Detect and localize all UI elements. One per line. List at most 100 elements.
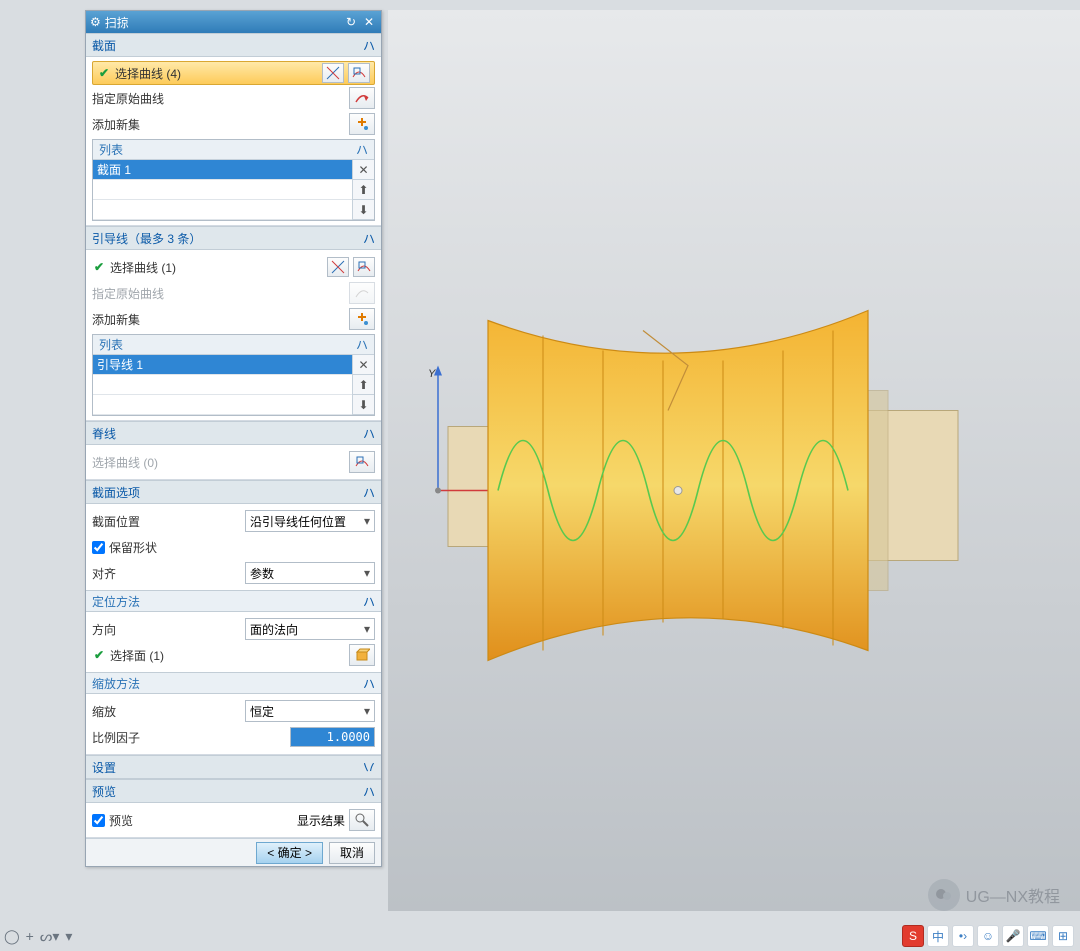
select-curve-row-jx[interactable]: 选择曲线 (0): [92, 449, 375, 475]
select-face-label: 选择面 (1): [110, 647, 345, 664]
ratio-input[interactable]: 1.0000: [290, 727, 375, 747]
axis-y-label: Y: [428, 368, 435, 380]
list-item[interactable]: 引导线 1: [93, 355, 352, 375]
list-item[interactable]: [93, 375, 352, 395]
remove-icon[interactable]: ✕: [353, 355, 374, 375]
add-new-icon[interactable]: [349, 113, 375, 135]
section-title-settings: 设置: [92, 759, 116, 776]
face-icon[interactable]: [349, 644, 375, 666]
chevron-up-icon: ハ: [363, 675, 375, 692]
chevron-down-icon: ハ: [363, 759, 375, 776]
dropdown-icon[interactable]: ▾: [65, 928, 72, 945]
watermark: UG—NX教程: [928, 879, 1060, 911]
intersect-icon[interactable]: [327, 257, 349, 277]
ratio-label: 比例因子: [92, 729, 286, 746]
preview-checkbox[interactable]: [92, 814, 105, 827]
specify-orig-row-jm[interactable]: 指定原始曲线: [92, 85, 375, 111]
chevron-up-icon: ハ: [363, 425, 375, 442]
curve-icon[interactable]: [353, 257, 375, 277]
gear-icon: ⚙: [90, 15, 101, 29]
chevron-down-icon: ▾: [364, 704, 370, 718]
specify-orig-label: 指定原始曲线: [92, 285, 345, 302]
add-new-row-ydl[interactable]: 添加新集: [92, 306, 375, 332]
show-result-icon[interactable]: [349, 809, 375, 831]
orig-curve-icon[interactable]: [349, 87, 375, 109]
chevron-up-icon: ハ: [363, 783, 375, 800]
reset-icon[interactable]: ↻: [343, 14, 359, 30]
sweep-panel: ⚙ 扫掠 ↻ ✕ 截面 ハ ✔ 选择曲线 (4) 指定原始曲线 添加新集 列表: [85, 10, 382, 867]
list-item[interactable]: [93, 395, 352, 415]
ime-sogou-icon[interactable]: S: [902, 925, 924, 947]
chevron-up-icon: ハ: [356, 141, 368, 158]
align-value: 参数: [250, 565, 274, 582]
ime-punct-icon[interactable]: •›: [952, 925, 974, 947]
add-new-label: 添加新集: [92, 311, 345, 328]
list-head-ydl[interactable]: 列表 ハ: [93, 335, 374, 355]
chevron-up-icon: ハ: [363, 37, 375, 54]
remove-icon[interactable]: ✕: [353, 160, 374, 180]
list-ydl: 列表 ハ 引导线 1 ✕ ⬆ ⬇: [92, 334, 375, 416]
move-up-icon[interactable]: ⬆: [353, 180, 374, 200]
scale-method-head[interactable]: 缩放方法 ハ: [86, 672, 381, 694]
ime-keyboard-icon[interactable]: ⌨: [1027, 925, 1049, 947]
select-face-row[interactable]: ✔ 选择面 (1): [92, 642, 375, 668]
dir-value: 面的法向: [250, 621, 298, 638]
dir-select[interactable]: 面的法向▾: [245, 618, 375, 640]
scale-method-title: 缩放方法: [92, 675, 140, 692]
circle-icon[interactable]: ◯: [4, 928, 20, 945]
select-curve-label: 选择曲线 (4): [115, 65, 318, 82]
list-head-jm[interactable]: 列表 ハ: [93, 140, 374, 160]
ok-button[interactable]: < 确定 >: [256, 842, 323, 864]
scale-value: 恒定: [250, 703, 274, 720]
ime-emoji-icon[interactable]: ☺: [977, 925, 999, 947]
add-new-icon[interactable]: [349, 308, 375, 330]
curve-icon[interactable]: [348, 63, 370, 83]
select-curve-row-ydl[interactable]: ✔ 选择曲线 (1): [92, 254, 375, 280]
move-down-icon[interactable]: ⬇: [353, 200, 374, 220]
section-head-jmxx[interactable]: 截面选项 ハ: [86, 480, 381, 504]
pos-label: 截面位置: [92, 513, 241, 530]
section-title-preview: 预览: [92, 783, 116, 800]
bottom-toolbar: ◯ + ᔕ▾ ▾: [4, 928, 72, 945]
section-head-preview[interactable]: 预览 ハ: [86, 779, 381, 803]
check-icon: ✔: [92, 648, 106, 662]
dir-label: 方向: [92, 621, 241, 638]
list-item[interactable]: 截面 1: [93, 160, 352, 180]
curve-icon[interactable]: [349, 451, 375, 473]
loc-method-head[interactable]: 定位方法 ハ: [86, 590, 381, 612]
curve-tool-icon[interactable]: ᔕ▾: [40, 928, 60, 945]
orig-curve-icon: [349, 282, 375, 304]
move-up-icon[interactable]: ⬆: [353, 375, 374, 395]
viewport[interactable]: [388, 10, 1080, 911]
chevron-down-icon: ▾: [364, 566, 370, 580]
panel-titlebar[interactable]: ⚙ 扫掠 ↻ ✕: [86, 11, 381, 33]
plus-icon[interactable]: +: [26, 928, 34, 945]
list-item[interactable]: [93, 180, 352, 200]
align-select[interactable]: 参数 ▾: [245, 562, 375, 584]
keep-shape-checkbox[interactable]: [92, 541, 105, 554]
move-down-icon[interactable]: ⬇: [353, 395, 374, 415]
scale-select[interactable]: 恒定 ▾: [245, 700, 375, 722]
intersect-icon[interactable]: [322, 63, 344, 83]
add-new-row-jm[interactable]: 添加新集: [92, 111, 375, 137]
chevron-down-icon: ▾: [364, 514, 370, 528]
ime-settings-icon[interactable]: ⊞: [1052, 925, 1074, 947]
cancel-button[interactable]: 取消: [329, 842, 375, 864]
select-curve-row-jm[interactable]: ✔ 选择曲线 (4): [92, 61, 375, 85]
section-head-jm[interactable]: 截面 ハ: [86, 33, 381, 57]
list-item[interactable]: [93, 200, 352, 220]
close-icon[interactable]: ✕: [361, 14, 377, 30]
list-title: 列表: [99, 336, 123, 353]
list-title: 列表: [99, 141, 123, 158]
section-head-ydl[interactable]: 引导线（最多 3 条） ハ: [86, 226, 381, 250]
pos-select[interactable]: 沿引导线任何位置▾: [245, 510, 375, 532]
ime-lang-icon[interactable]: 中: [927, 925, 949, 947]
section-title-jmxx: 截面选项: [92, 484, 140, 501]
keep-shape-label: 保留形状: [109, 539, 375, 556]
section-head-jx[interactable]: 脊线 ハ: [86, 421, 381, 445]
ime-mic-icon[interactable]: 🎤: [1002, 925, 1024, 947]
section-title-jx: 脊线: [92, 425, 116, 442]
select-curve-label: 选择曲线 (0): [92, 454, 345, 471]
section-head-settings[interactable]: 设置 ハ: [86, 755, 381, 779]
watermark-text: UG—NX教程: [966, 883, 1060, 907]
